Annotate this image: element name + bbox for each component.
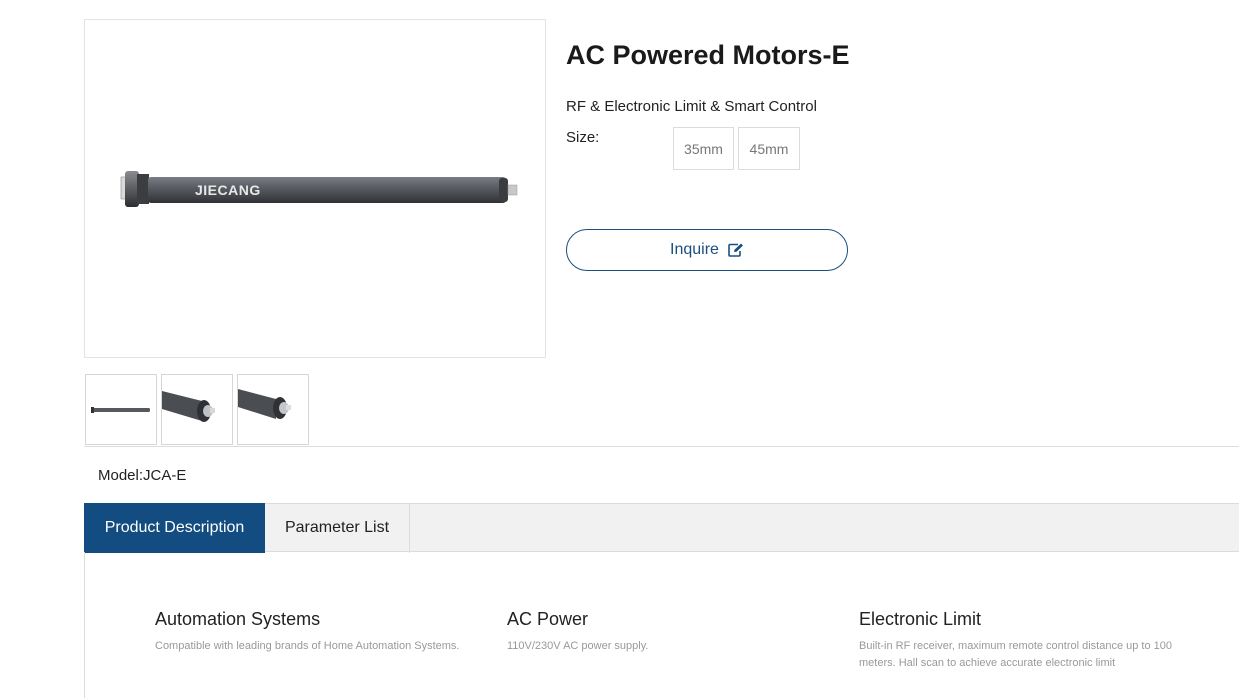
feature-text: 110V/230V AC power supply.: [507, 640, 649, 652]
product-subtitle: RF & Electronic Limit & Smart Control: [566, 98, 817, 115]
inquire-label: Inquire: [670, 241, 719, 258]
feature-title: Electronic Limit: [859, 609, 982, 629]
tab-product-description[interactable]: Product Description: [84, 503, 265, 553]
feature-title: AC Power: [507, 609, 589, 629]
thumbnail-1[interactable]: [85, 374, 157, 445]
feature-title: Automation Systems: [155, 609, 321, 629]
main-product-image: JIECANG: [84, 19, 546, 358]
product-page: JIECANG AC Powered Motors-E RF & Electro…: [0, 0, 1239, 698]
feature-ac-power: AC Power 110V/230V AC power supply.: [507, 609, 837, 655]
brand-logo-text: JIECANG: [195, 182, 261, 198]
feature-text: Built-in RF receiver, maximum remote con…: [859, 640, 1173, 669]
model-number: Model:JCA-E: [98, 467, 187, 484]
feature-text: Compatible with leading brands of Home A…: [155, 640, 460, 652]
tubular-motor-image: JIECANG: [120, 171, 518, 207]
feature-electronic-limit: Electronic Limit Built-in RF receiver, m…: [859, 609, 1189, 672]
edit-icon: [728, 243, 744, 257]
thumbnail-3[interactable]: [237, 374, 309, 445]
size-label: Size:: [566, 129, 600, 146]
thumbnail-2[interactable]: [161, 374, 233, 445]
tab-bar: Product Description Parameter List: [84, 503, 1239, 553]
product-title: AC Powered Motors-E: [566, 40, 850, 70]
size-option-35mm[interactable]: 35mm: [673, 127, 734, 170]
inquire-button[interactable]: Inquire: [566, 229, 848, 271]
size-option-45mm[interactable]: 45mm: [738, 127, 800, 170]
section-divider: [84, 446, 1239, 447]
content-border: [84, 552, 85, 698]
feature-automation-systems: Automation Systems Compatible with leadi…: [155, 609, 485, 655]
tab-parameter-list[interactable]: Parameter List: [265, 503, 410, 553]
